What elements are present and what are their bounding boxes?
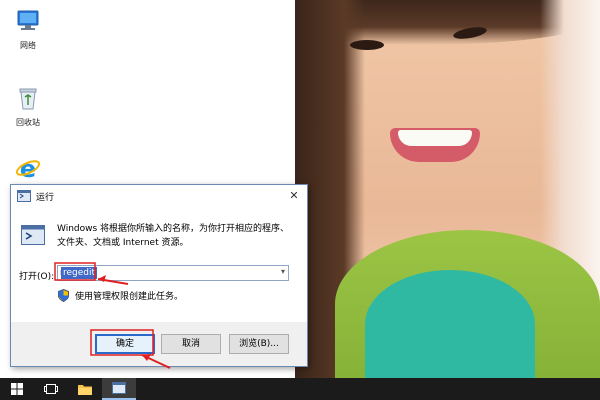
run-app-icon — [21, 225, 45, 245]
task-view-button[interactable] — [34, 378, 68, 400]
open-label: 打开(O): — [19, 272, 55, 282]
open-input[interactable] — [58, 267, 268, 279]
start-button[interactable] — [0, 378, 34, 400]
internet-explorer-icon: e — [15, 155, 41, 183]
admin-note: 使用管理权限创建此任务。 — [75, 292, 184, 302]
file-explorer-button[interactable] — [68, 378, 102, 400]
run-app-icon — [112, 382, 126, 394]
start-icon — [11, 383, 23, 395]
file-explorer-icon — [78, 385, 92, 395]
cancel-button[interactable]: 取消 — [161, 334, 221, 354]
ok-button[interactable]: 确定 — [95, 334, 155, 354]
dialog-description: Windows 将根据你所输入的名称，为你打开相应的程序、文件夹、文档或 Int… — [57, 224, 290, 248]
svg-text:e: e — [20, 155, 36, 181]
desktop-icon-internet-explorer[interactable]: e — [4, 155, 52, 187]
taskbar — [0, 378, 600, 400]
network-icon — [17, 10, 39, 30]
close-icon: ✕ — [289, 189, 299, 202]
chevron-down-icon[interactable]: ▾ — [281, 267, 285, 276]
close-button[interactable]: ✕ — [287, 189, 301, 203]
desktop-icon-recycle-bin[interactable]: 回收站 — [4, 85, 52, 128]
desktop-icon-network[interactable]: 网络 — [4, 8, 52, 51]
desktop-icon-label: 网络 — [20, 41, 36, 50]
desktop-icon-label: 回收站 — [16, 118, 40, 127]
run-dialog: 运行 ✕ Windows 将根据你所输入的名称，为你打开相应的程序、文件夹、文档… — [10, 184, 308, 367]
dialog-title: 运行 — [36, 192, 55, 203]
task-view-icon — [44, 384, 58, 394]
open-combobox[interactable]: regedit ▾ — [57, 265, 289, 281]
recycle-bin-icon — [19, 88, 37, 110]
browse-button[interactable]: 浏览(B)... — [229, 334, 289, 354]
uac-shield-icon — [58, 289, 69, 302]
title-bar[interactable]: 运行 — [11, 185, 307, 207]
run-app-icon — [17, 190, 31, 202]
wallpaper-photo — [295, 0, 600, 378]
run-taskbar-button[interactable] — [102, 378, 136, 400]
button-bar: 确定 取消 浏览(B)... — [11, 322, 307, 366]
